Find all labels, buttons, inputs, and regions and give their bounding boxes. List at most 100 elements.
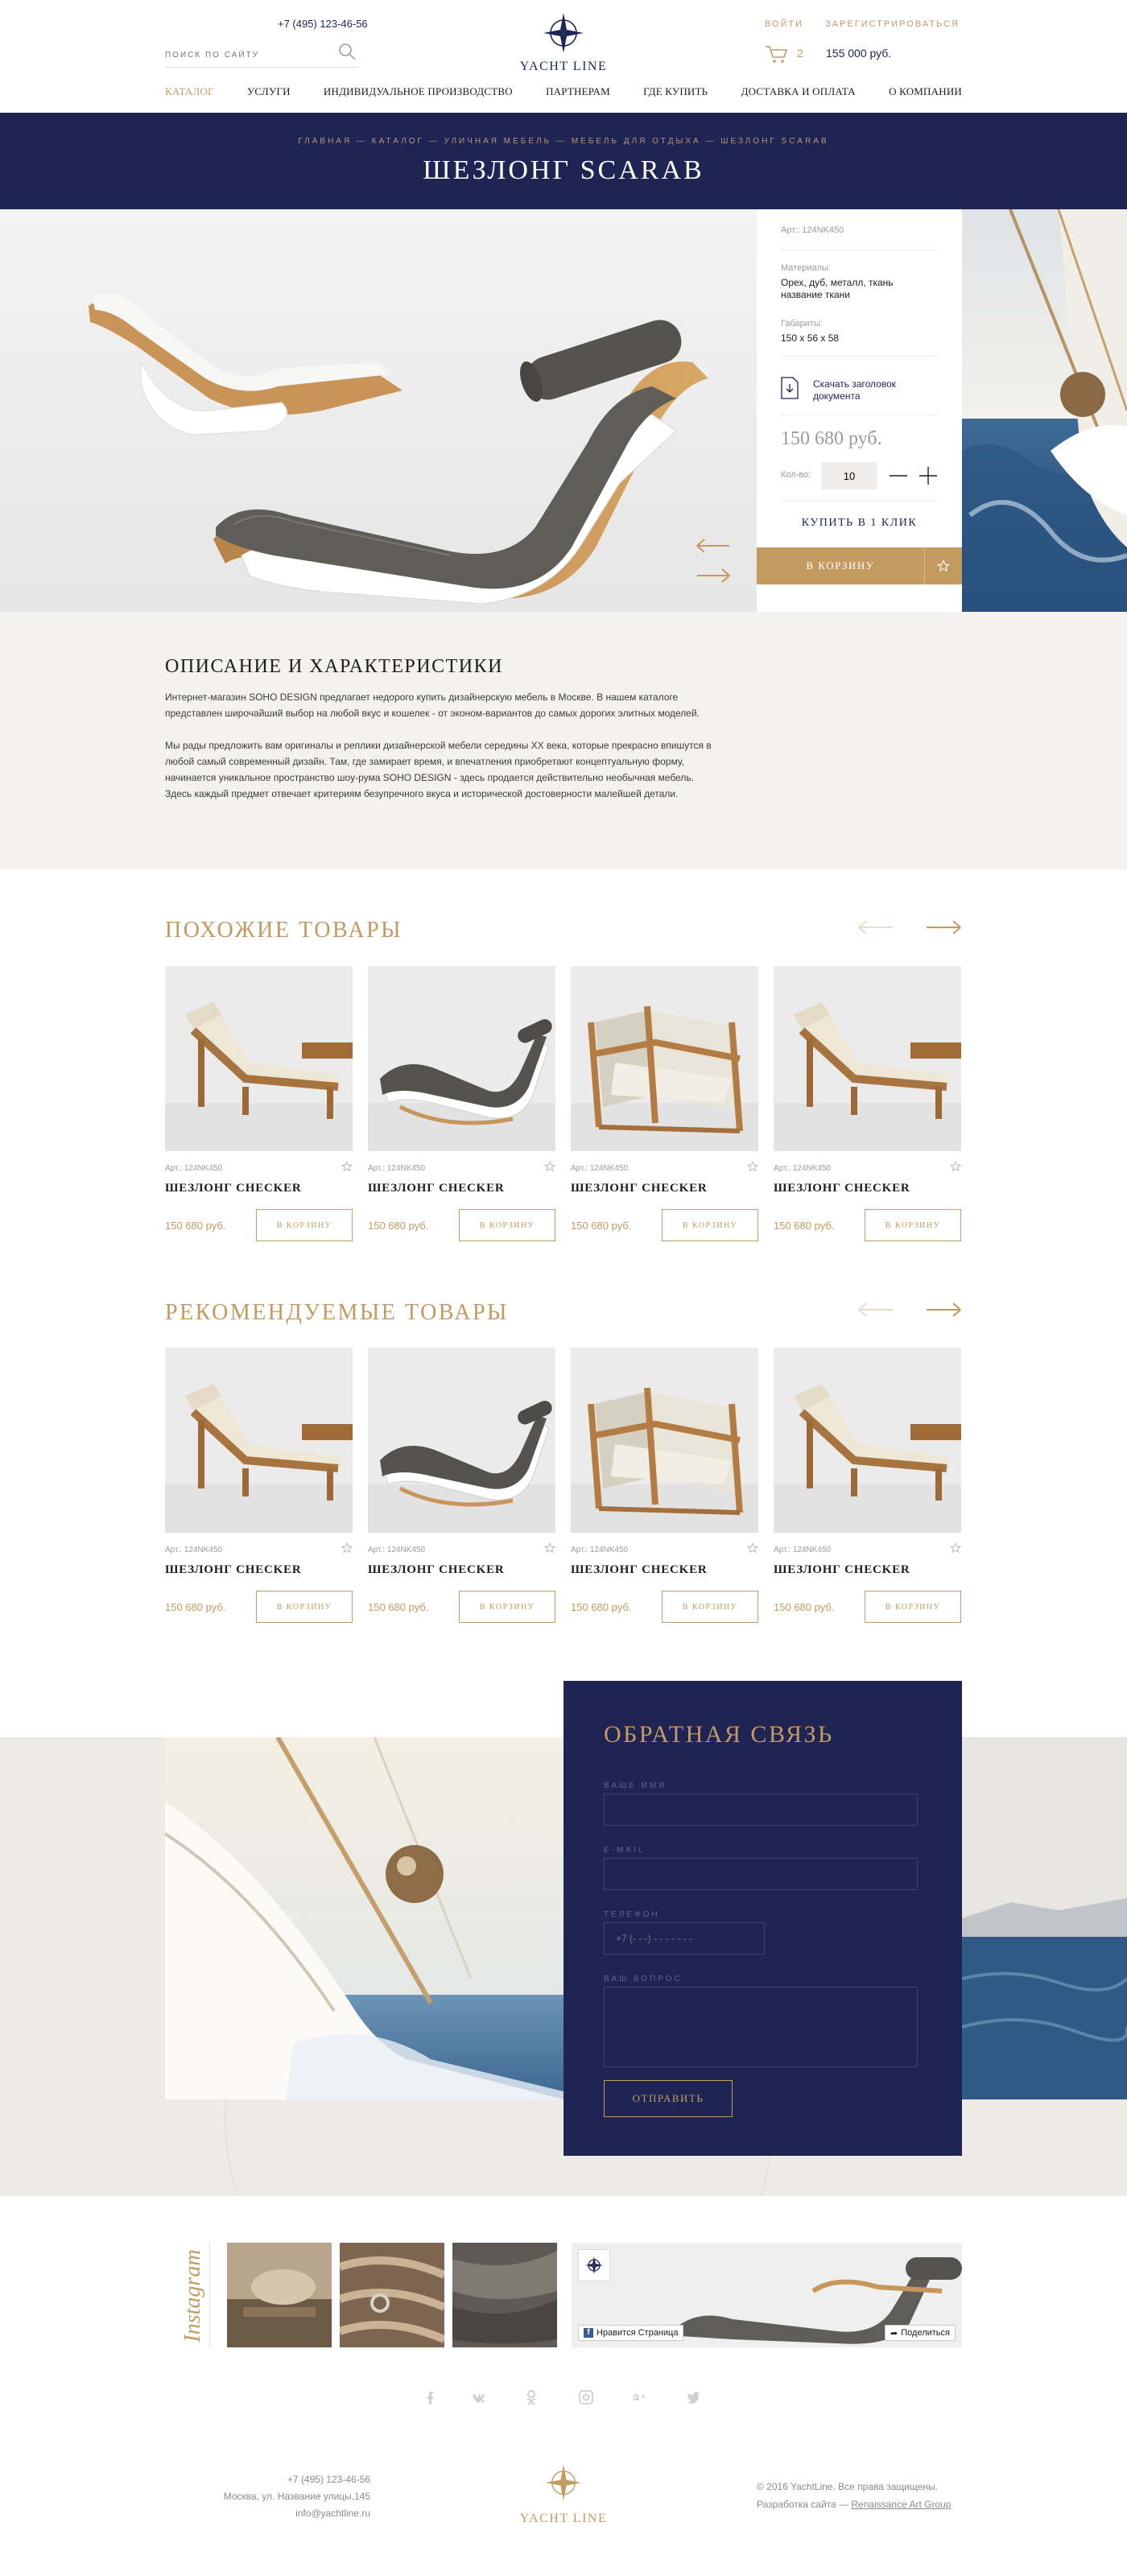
add-to-cart-button[interactable]: В КОРЗИНУ (865, 1209, 961, 1241)
similar-prev-arrow[interactable] (857, 919, 894, 935)
add-to-cart-button[interactable]: В КОРЗИНУ (757, 547, 924, 584)
breadcrumb[interactable]: ГЛАВНАЯ — КАТАЛОГ — УЛИЧНАЯ МЕБЕЛЬ — МЕБ… (0, 137, 1127, 146)
add-to-cart-button[interactable]: В КОРЗИНУ (459, 1209, 555, 1241)
google-plus-icon[interactable] (631, 2389, 647, 2405)
favorite-button[interactable] (924, 547, 962, 584)
search-icon[interactable] (337, 42, 357, 61)
facebook-share-button[interactable]: ➦ Поделиться (885, 2325, 956, 2341)
phone-field[interactable] (604, 1922, 765, 1955)
name-field[interactable] (604, 1794, 918, 1826)
instagram-title[interactable]: Instagram (180, 2244, 206, 2348)
nav-where-to-buy[interactable]: ГДЕ КУПИТЬ (643, 85, 708, 98)
cart-widget[interactable]: 2 155 000 руб. (765, 44, 891, 64)
instagram-photo[interactable] (340, 2243, 444, 2347)
add-to-cart-button[interactable]: В КОРЗИНУ (459, 1591, 555, 1623)
download-document-link[interactable]: Скачать заголовок документа (813, 378, 926, 402)
product-name[interactable]: ШЕЗЛОНГ CHECKER (774, 1182, 910, 1195)
star-icon[interactable] (747, 1542, 758, 1554)
logo[interactable]: YACHT LINE (519, 11, 608, 77)
facebook-icon[interactable] (422, 2389, 438, 2405)
product-image[interactable] (774, 1348, 961, 1533)
product-image[interactable] (774, 966, 961, 1151)
buy-one-click-button[interactable]: КУПИТЬ В 1 КЛИК (757, 517, 962, 530)
submit-button[interactable]: ОТПРАВИТЬ (604, 2080, 733, 2117)
developer-link[interactable]: Renaissance Art Group (851, 2499, 951, 2510)
add-to-cart-button[interactable]: В КОРЗИНУ (256, 1591, 353, 1623)
download-document-icon[interactable] (781, 377, 799, 399)
materials-value: Орех, дуб, металл, ткань название ткани (781, 277, 894, 300)
product-card[interactable]: Арт.: 124NK450 ШЕЗЛОНГ CHECKER 150 680 руб… (368, 1348, 555, 1637)
cart-icon[interactable] (765, 44, 789, 64)
nav-partners[interactable]: ПАРТНЕРАМ (546, 85, 610, 98)
quantity-minus-icon[interactable] (890, 469, 907, 482)
star-icon[interactable] (950, 1161, 961, 1172)
sea-image (962, 1737, 1127, 2099)
similar-next-arrow[interactable] (925, 919, 962, 935)
product-name[interactable]: ШЕЗЛОНГ CHECKER (368, 1182, 505, 1195)
product-name[interactable]: ШЕЗЛОНГ CHECKER (368, 1563, 505, 1577)
product-name[interactable]: ШЕЗЛОНГ CHECKER (774, 1563, 910, 1577)
star-icon[interactable] (341, 1542, 353, 1554)
login-link[interactable]: ВОЙТИ (765, 19, 803, 29)
product-image[interactable] (571, 1348, 758, 1533)
product-card[interactable]: Арт.: 124NK450 ШЕЗЛОНГ CHECKER 150 680 руб… (368, 966, 555, 1256)
product-image[interactable] (368, 1348, 555, 1533)
search-box[interactable] (165, 42, 358, 68)
quantity-input[interactable] (821, 462, 877, 489)
product-article: Арт.: 124NK450 (781, 225, 844, 235)
footer-logo[interactable]: YACHT LINE (0, 2463, 1127, 2544)
product-image[interactable] (165, 966, 353, 1151)
product-name[interactable]: ШЕЗЛОНГ CHECKER (165, 1182, 302, 1195)
gallery-next-arrow[interactable] (696, 568, 731, 584)
header-phone[interactable]: +7 (495) 123-46-56 (278, 18, 368, 30)
twitter-icon[interactable] (686, 2389, 702, 2405)
product-image[interactable] (165, 1348, 353, 1533)
instagram-photo[interactable] (452, 2243, 557, 2347)
nav-catalog[interactable]: КАТАЛОГ (165, 85, 214, 98)
product-image[interactable] (368, 966, 555, 1151)
product-card[interactable]: Арт.: 124NK450 ШЕЗЛОНГ CHECKER 150 680 руб… (165, 1348, 353, 1637)
product-card[interactable]: Арт.: 124NK450 ШЕЗЛОНГ CHECKER 150 680 руб… (165, 966, 353, 1256)
product-card[interactable]: Арт.: 124NK450 ШЕЗЛОНГ CHECKER 150 680 руб… (774, 966, 961, 1256)
facebook-like-button[interactable]: f Нравится Страница (578, 2325, 684, 2341)
instagram-photo[interactable] (227, 2243, 332, 2347)
gallery-prev-arrow[interactable] (696, 538, 731, 554)
email-field[interactable] (604, 1858, 918, 1890)
search-input[interactable] (165, 47, 326, 63)
star-icon[interactable] (950, 1542, 961, 1554)
question-field[interactable] (604, 1987, 918, 2067)
instagram-icon[interactable] (578, 2389, 594, 2405)
product-price: 150 680 руб. (368, 1220, 429, 1232)
nav-custom-production[interactable]: ИНДИВИДУАЛЬНОЕ ПРОИЗВОДСТВО (324, 85, 513, 98)
add-to-cart-button[interactable]: В КОРЗИНУ (865, 1591, 961, 1623)
product-name[interactable]: ШЕЗЛОНГ CHECKER (571, 1563, 708, 1577)
description-paragraph: Мы рады предложить вам оригиналы и репли… (165, 740, 712, 799)
feedback-title: ОБРАТНАЯ СВЯЗЬ (604, 1721, 834, 1748)
product-card[interactable]: Арт.: 124NK450 ШЕЗЛОНГ CHECKER 150 680 руб… (571, 966, 758, 1256)
nav-delivery[interactable]: ДОСТАВКА И ОПЛАТА (741, 85, 856, 98)
vk-icon[interactable] (472, 2389, 488, 2405)
product-image[interactable] (571, 966, 758, 1151)
add-to-cart-button[interactable]: В КОРЗИНУ (662, 1591, 758, 1623)
star-icon[interactable] (544, 1542, 555, 1554)
add-to-cart-button[interactable]: В КОРЗИНУ (256, 1209, 353, 1241)
product-card[interactable]: Арт.: 124NK450 ШЕЗЛОНГ CHECKER 150 680 руб… (774, 1348, 961, 1637)
star-icon[interactable] (747, 1161, 758, 1172)
odnoklassniki-icon[interactable] (523, 2389, 539, 2405)
logo-text: YACHT LINE (519, 60, 608, 73)
star-icon[interactable] (544, 1161, 555, 1172)
facebook-page-widget[interactable]: f Нравится Страница ➦ Поделиться (572, 2243, 962, 2347)
site-header: +7 (495) 123-46-56 YACHT LINE ВОЙТИ ЗАРЕ… (0, 0, 1127, 113)
nav-about[interactable]: О КОМПАНИИ (889, 85, 962, 98)
quantity-plus-icon[interactable] (919, 467, 937, 485)
register-link[interactable]: ЗАРЕГИСТРИРОВАТЬСЯ (825, 19, 960, 29)
product-name[interactable]: ШЕЗЛОНГ CHECKER (165, 1563, 302, 1577)
question-label: ВАШ ВОПРОС (604, 1975, 683, 1984)
product-card[interactable]: Арт.: 124NK450 ШЕЗЛОНГ CHECKER 150 680 руб… (571, 1348, 758, 1637)
product-name[interactable]: ШЕЗЛОНГ CHECKER (571, 1182, 708, 1195)
recommended-next-arrow[interactable] (925, 1302, 962, 1318)
add-to-cart-button[interactable]: В КОРЗИНУ (662, 1209, 758, 1241)
recommended-prev-arrow[interactable] (857, 1302, 894, 1318)
star-icon[interactable] (341, 1161, 353, 1172)
nav-services[interactable]: УСЛУГИ (247, 85, 291, 98)
